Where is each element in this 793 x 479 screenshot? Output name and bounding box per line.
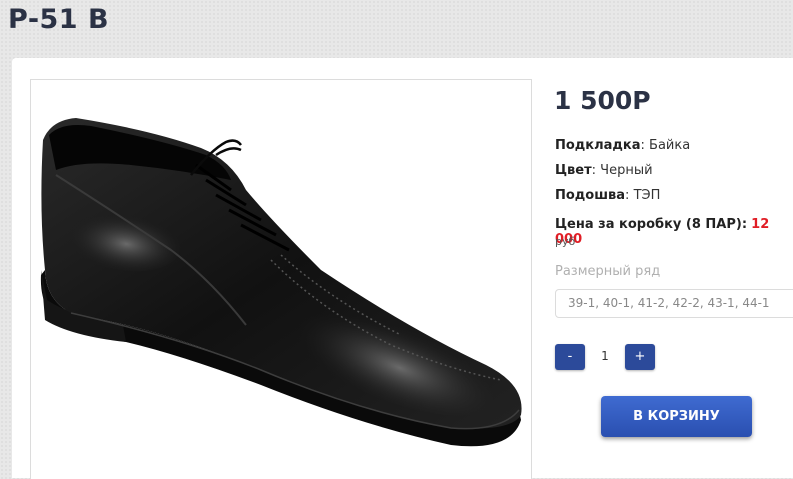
product-photo[interactable] [30, 79, 532, 479]
quantity-increase-button[interactable]: + [625, 344, 655, 370]
attribute-color: Цвет: Черный [555, 163, 653, 178]
box-price-label: Цена за коробку (8 ПАР): [555, 217, 748, 232]
product-price: 1 500Р [554, 86, 651, 115]
attribute-value: Черный [600, 163, 653, 178]
attribute-value: Байка [649, 138, 691, 153]
attribute-label: Цвет [555, 163, 592, 178]
quantity-input[interactable]: 1 [590, 349, 620, 363]
size-range-select[interactable]: 39-1, 40-1, 41-2, 42-2, 43-1, 44-1 [555, 289, 793, 318]
attribute-sole: Подошва: ТЭП [555, 188, 661, 203]
quantity-decrease-button[interactable]: - [555, 344, 585, 370]
box-price: Цена за коробку (8 ПАР): 12 000 [555, 217, 793, 247]
shoe-photo-image [40, 118, 522, 447]
attribute-lining: Подкладка: Байка [555, 138, 691, 153]
attribute-label: Подошва [555, 188, 626, 203]
attribute-value: ТЭП [633, 188, 661, 203]
size-range-label: Размерный ряд [555, 264, 661, 279]
add-to-cart-button[interactable]: В КОРЗИНУ [601, 396, 752, 437]
attribute-label: Подкладка [555, 138, 641, 153]
page-title: P-51 B [8, 4, 110, 35]
box-price-unit: руб [555, 235, 576, 248]
